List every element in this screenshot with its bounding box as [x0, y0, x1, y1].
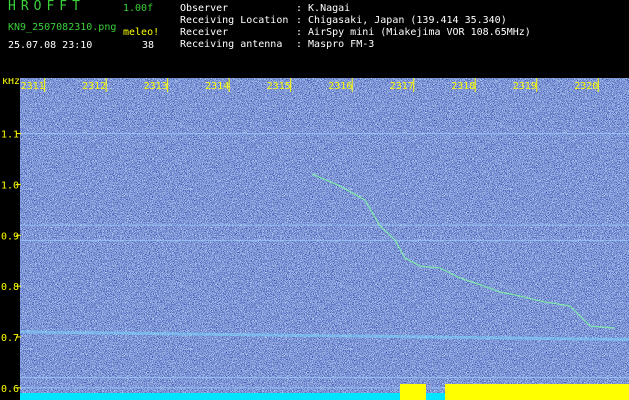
y-axis-ticks: 1.1 1.0 0.9 0.8 0.7 0.6 — [1, 130, 21, 395]
location-label: Receiving Location — [180, 15, 289, 26]
x-tick-label: 2319 — [513, 81, 537, 92]
spectrogram-plot: 2311 2312 2313 2314 2315 2316 2317 2318 2319 2320… — [1, 78, 629, 400]
x-tick-label: 2315 — [267, 81, 291, 92]
x-tick-label: 2318 — [451, 81, 475, 92]
capture-datetime: 25.07.08 23:10 — [8, 40, 93, 51]
header-panel: HROFFT 1.00f KN9_2507082310.png meleo! 2… — [0, 0, 629, 78]
x-tick-label: 2320 — [574, 81, 598, 92]
y-tick-label: 1.0 — [1, 180, 19, 191]
antenna-label: Receiving antenna — [180, 39, 283, 50]
y-axis-unit: kHz — [2, 78, 20, 87]
y-tick-label: 0.6 — [1, 384, 19, 395]
x-tick-label: 2312 — [82, 81, 106, 92]
meleo-count: 38 — [142, 40, 155, 51]
receiver-label: Receiver — [180, 27, 229, 38]
y-tick-label: 0.9 — [1, 231, 19, 242]
y-tick-label: 1.1 — [1, 130, 19, 141]
app-version: 1.00f — [123, 3, 154, 14]
antenna-value: : Maspro FM-3 — [296, 39, 375, 50]
x-tick-label: 2311 — [21, 81, 45, 92]
file-name: KN9_2507082310.png — [8, 22, 117, 33]
x-tick-label: 2317 — [390, 81, 414, 92]
meleo-label: meleo! — [123, 27, 160, 38]
x-tick-label: 2313 — [144, 81, 168, 92]
observer-label: Observer — [180, 3, 229, 14]
observer-value: : K.Nagai — [296, 3, 351, 14]
y-tick-label: 0.7 — [1, 333, 19, 344]
app-logo: HROFFT — [8, 0, 85, 14]
burst-bar — [445, 384, 629, 400]
y-tick-label: 0.8 — [1, 282, 19, 293]
burst-bar — [400, 384, 426, 400]
x-tick-label: 2314 — [205, 81, 229, 92]
spectrogram-noise — [20, 78, 629, 400]
location-value: : Chigasaki, Japan (139.414 35.340) — [296, 15, 507, 26]
receiver-value: : AirSpy mini (Miakejima VOR 108.65MHz) — [296, 27, 531, 38]
x-tick-label: 2316 — [328, 81, 352, 92]
